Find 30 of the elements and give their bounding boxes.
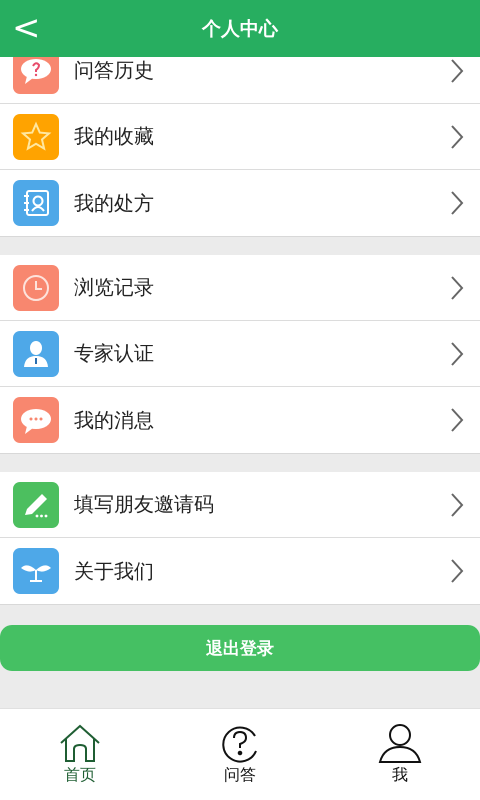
page-title: 个人中心 [202, 16, 278, 42]
menu-label: 关于我们 [74, 558, 155, 584]
menu-item[interactable]: 我的消息 [0, 387, 480, 453]
menu-item[interactable]: 我的处方 [0, 170, 480, 236]
home-icon [58, 723, 102, 763]
chevron-right-icon [450, 124, 464, 150]
menu-label: 浏览记录 [74, 274, 155, 301]
chevron-right-icon [450, 190, 464, 216]
menu-label: 问答历史 [74, 57, 155, 84]
chevron-right-icon [450, 558, 464, 584]
chevron-right-icon [450, 58, 464, 84]
user-icon [378, 723, 422, 763]
menu-label: 我的消息 [74, 406, 155, 434]
menu-item[interactable]: 我的收藏 [0, 104, 480, 170]
menu-label: 专家认证 [74, 340, 155, 367]
chevron-right-icon [450, 274, 464, 300]
menu-label: 我的处方 [74, 190, 155, 216]
tab-item[interactable]: 我 [320, 709, 480, 800]
menu-item[interactable]: 填写朋友邀请码 [0, 472, 480, 538]
tab-item[interactable]: 首页 [0, 709, 160, 800]
tab-item[interactable]: 问答 [160, 709, 320, 800]
menu-item[interactable]: 专家认证 [0, 321, 480, 387]
menu-label: 我的收藏 [74, 123, 155, 150]
menu-item[interactable]: 问答历史 [0, 57, 480, 104]
menu-item[interactable]: 浏览记录 [0, 255, 480, 321]
menu-item[interactable]: 关于我们 [0, 538, 480, 604]
chevron-right-icon [450, 492, 464, 518]
menu-label: 填写朋友邀请码 [74, 491, 215, 518]
chevron-right-icon [450, 340, 464, 366]
chevron-right-icon [450, 407, 464, 433]
